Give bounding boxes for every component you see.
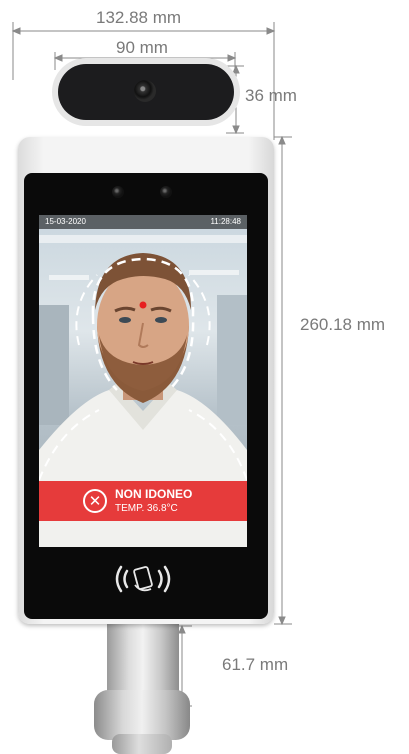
- camera-height-label: 36 mm: [245, 86, 297, 105]
- camera-width-label: 90 mm: [116, 38, 168, 57]
- nfc-reader-icon[interactable]: [107, 559, 179, 599]
- alert-title: NON IDONEO: [115, 487, 193, 501]
- overall-width-label: 132.88 mm: [96, 8, 182, 27]
- alert-temperature: TEMP. 36.8°C: [115, 503, 178, 514]
- x-circle-icon: ✕: [83, 489, 107, 513]
- screen-time: 11:28:48: [210, 217, 241, 226]
- sensor-right-icon: [160, 186, 172, 198]
- pole-base: [112, 734, 172, 754]
- camera-lens-icon: [134, 80, 156, 102]
- sensor-left-icon: [112, 186, 124, 198]
- screen-date: 15-03-2020: [45, 217, 86, 226]
- mounting-pole: [107, 624, 179, 694]
- terminal-screen: 15-03-2020 11:28:48 ✕ NON IDONEO TEMP. 3…: [39, 215, 247, 547]
- pole-height-label: 61.7 mm: [222, 655, 289, 674]
- temperature-alert-banner: ✕ NON IDONEO TEMP. 36.8°C: [39, 481, 247, 521]
- temperature-spot-icon: [139, 301, 147, 309]
- pole-clamp: [94, 690, 190, 740]
- thermal-camera-module: [58, 64, 234, 120]
- screen-status-bar: 15-03-2020 11:28:48: [39, 215, 247, 229]
- screen-height-label: 260.18 mm: [300, 315, 386, 334]
